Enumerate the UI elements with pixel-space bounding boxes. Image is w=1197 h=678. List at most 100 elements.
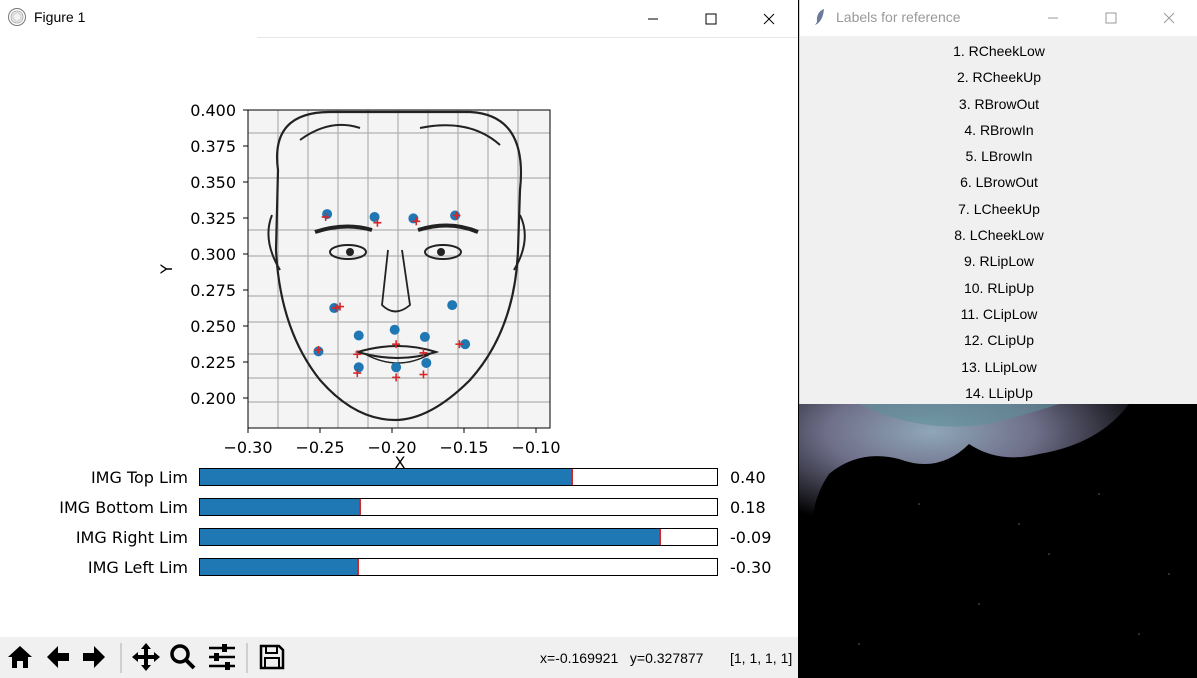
desktop-wallpaper	[799, 404, 1197, 678]
label-item: 14. LLipUp	[965, 384, 1033, 401]
label-item: 10. RLipUp	[963, 279, 1035, 296]
x-tick-label: −0.30	[223, 438, 272, 457]
label-item: 13. LLipLow	[961, 358, 1037, 375]
labels-close-button[interactable]	[1140, 0, 1197, 36]
slider-handle[interactable]	[356, 559, 359, 575]
labels-maximize-button[interactable]	[1082, 0, 1140, 36]
minimize-icon	[648, 18, 658, 19]
sliders-icon	[209, 644, 235, 670]
close-icon	[1163, 12, 1175, 24]
slider-value: -0.30	[730, 558, 772, 577]
slider-handle[interactable]	[571, 469, 574, 485]
label-item: 1. RCheekLow	[953, 43, 1045, 59]
home-icon	[8, 646, 32, 668]
minimize-icon	[1048, 17, 1058, 19]
slider-img-left-lim: IMG Left Lim -0.30	[0, 557, 798, 579]
landmark-point	[353, 362, 364, 373]
slider-label: IMG Bottom Lim	[59, 498, 188, 517]
close-icon	[763, 13, 775, 24]
y-tick-label: 0.275	[190, 281, 236, 300]
maximize-icon	[705, 13, 717, 24]
labels-minimize-button[interactable]	[1024, 0, 1082, 36]
forward-button[interactable]	[77, 640, 111, 674]
slider-img-right-lim: IMG Right Lim -0.09	[0, 527, 798, 549]
figure-title: Figure 1	[34, 9, 86, 25]
maximize-icon	[1105, 12, 1117, 24]
save-button[interactable]	[255, 640, 289, 674]
slider-fill	[200, 529, 661, 545]
slider-label: IMG Right Lim	[75, 528, 188, 547]
arrow-left-icon	[47, 646, 69, 668]
zoom-button[interactable]	[166, 640, 200, 674]
x-ticks	[247, 428, 537, 433]
matplotlib-icon	[8, 8, 26, 26]
landmark-point	[447, 300, 458, 311]
arrow-right-icon	[83, 646, 105, 668]
wallpaper-image	[799, 404, 1170, 645]
y-ticks	[243, 109, 248, 399]
landmark-point	[421, 357, 432, 368]
slider-handle[interactable]	[359, 499, 362, 515]
slider-label: IMG Top Lim	[90, 468, 188, 487]
y-tick-label: 0.225	[190, 353, 236, 372]
slider-track[interactable]	[199, 528, 718, 546]
toolbar-separator	[120, 643, 122, 673]
slider-value: 0.18	[730, 498, 766, 517]
label-item: 2. RCheekUp	[956, 69, 1042, 86]
labels-title: Labels for reference	[836, 9, 961, 25]
figure-window: Figure 1 −0.30 −0.25 −0.20 −0.15 −0.10 0…	[0, 0, 798, 678]
label-item: 8. LCheekLow	[954, 227, 1044, 244]
y-tick-label: 0.300	[190, 245, 236, 264]
move-icon	[132, 643, 160, 671]
label-item: 5. LBrowIn	[965, 148, 1033, 165]
configure-subplots-button[interactable]	[205, 640, 239, 674]
slider-value: 0.40	[730, 468, 766, 487]
x-axis-label: X	[395, 453, 406, 468]
label-item: 3. RBrowOut	[958, 95, 1040, 112]
y-axis-label: Y	[157, 264, 176, 275]
landmark-point	[391, 362, 402, 373]
slider-label: IMG Left Lim	[87, 558, 188, 577]
navigation-toolbar: x=-0.169921 y=0.327877 [1, 1, 1, 1]	[0, 637, 798, 678]
maximize-button[interactable]	[682, 0, 740, 37]
pixel-value-readout: [1, 1, 1, 1]	[730, 650, 793, 666]
slider-img-bottom-lim: IMG Bottom Lim 0.18	[0, 497, 798, 519]
label-item: 9. RLipLow	[963, 253, 1035, 270]
slider-track[interactable]	[199, 558, 718, 576]
y-tick-label: 0.400	[190, 101, 236, 120]
label-item: 11. CLipLow	[960, 305, 1038, 322]
slider-value: -0.09	[730, 528, 772, 547]
cursor-coordinates: x=-0.169921 y=0.327877	[540, 650, 704, 666]
floppy-disk-icon	[259, 644, 285, 670]
label-item: 7. LCheekUp	[958, 200, 1040, 217]
back-button[interactable]	[41, 640, 75, 674]
feather-icon	[815, 9, 824, 25]
slider-fill	[200, 469, 573, 485]
landmark-point	[353, 330, 364, 341]
scatter-plot: −0.30 −0.25 −0.20 −0.15 −0.10 0.400 0.37…	[157, 101, 561, 468]
slider-fill	[200, 499, 361, 515]
toolbar-separator	[246, 643, 248, 673]
y-tick-label: 0.200	[190, 389, 236, 408]
figure-titlebar: Figure 1	[0, 0, 798, 37]
slider-track[interactable]	[199, 468, 718, 486]
slider-img-top-lim: IMG Top Lim 0.40	[0, 467, 798, 489]
x-tick-label: −0.15	[439, 438, 488, 457]
x-tick-label: −0.10	[511, 438, 560, 457]
minimize-button[interactable]	[624, 0, 682, 37]
landmark-point	[389, 324, 400, 335]
magnifier-icon	[170, 644, 196, 670]
label-item: 12. CLipUp	[963, 332, 1035, 349]
label-item: 4. RBrowIn	[964, 121, 1034, 138]
close-button[interactable]	[740, 0, 798, 37]
x-tick-label: −0.20	[367, 438, 416, 457]
y-tick-label: 0.250	[190, 317, 236, 336]
slider-fill	[200, 559, 358, 575]
slider-handle[interactable]	[659, 529, 662, 545]
labels-titlebar: Labels for reference	[800, 0, 1197, 36]
y-tick-label: 0.325	[190, 209, 236, 228]
slider-track[interactable]	[199, 498, 718, 516]
home-button[interactable]	[3, 640, 37, 674]
labels-list: 1. RCheekLow 2. RCheekUp 3. RBrowOut 4. …	[800, 38, 1197, 406]
pan-button[interactable]	[129, 640, 163, 674]
